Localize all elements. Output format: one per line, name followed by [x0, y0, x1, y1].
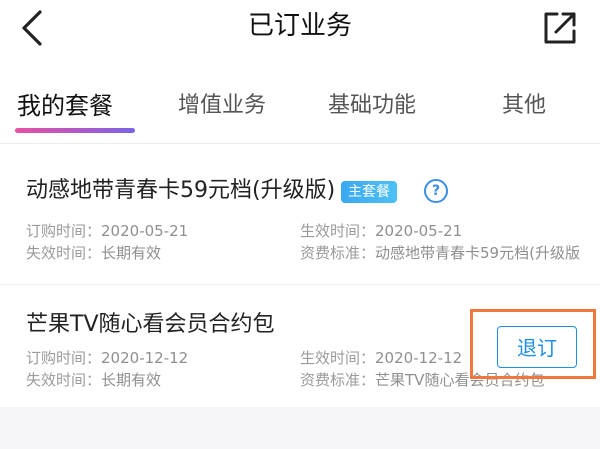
share-external-icon	[544, 12, 576, 44]
package-name: 动感地带青春卡59元档(升级版)	[26, 178, 336, 203]
header-bar: 已订业务	[0, 0, 600, 56]
order-time: 订购时间：2020-05-21	[26, 222, 189, 240]
bottom-spacer	[0, 407, 600, 449]
tab-value-added-services[interactable]: 增值业务	[178, 90, 266, 122]
order-time: 订购时间：2020-12-12	[26, 349, 189, 367]
active-tab-indicator	[15, 128, 135, 133]
tab-basic-functions[interactable]: 基础功能	[328, 90, 416, 122]
effective-time: 生效时间：2020-12-12	[300, 349, 463, 367]
page-title: 已订业务	[247, 11, 352, 41]
share-button[interactable]	[540, 8, 580, 48]
expire-time: 失效时间：长期有效	[26, 244, 162, 262]
page: 已订业务 我的套餐 增值业务 基础功能 其他 动感地带青春卡59元档(升级版) …	[0, 0, 600, 449]
tab-my-packages[interactable]: 我的套餐	[17, 90, 113, 122]
unsubscribe-button[interactable]: 退订	[497, 326, 577, 368]
effective-time: 生效时间：2020-05-21	[300, 222, 463, 240]
fee-standard: 资费标准：芒果TV随心看会员合约包	[300, 371, 545, 389]
help-icon[interactable]: ?	[424, 179, 448, 203]
fee-standard: 资费标准：动感地带青春卡59元档(升级版	[300, 244, 580, 262]
expire-time: 失效时间：长期有效	[26, 371, 162, 389]
main-package-badge: 主套餐	[341, 181, 397, 203]
tab-other[interactable]: 其他	[502, 90, 546, 122]
package-name: 芒果TV随心看会员合约包	[26, 312, 275, 337]
package-card: 动感地带青春卡59元档(升级版) 主套餐 ? 订购时间：2020-05-21 生…	[0, 144, 600, 284]
